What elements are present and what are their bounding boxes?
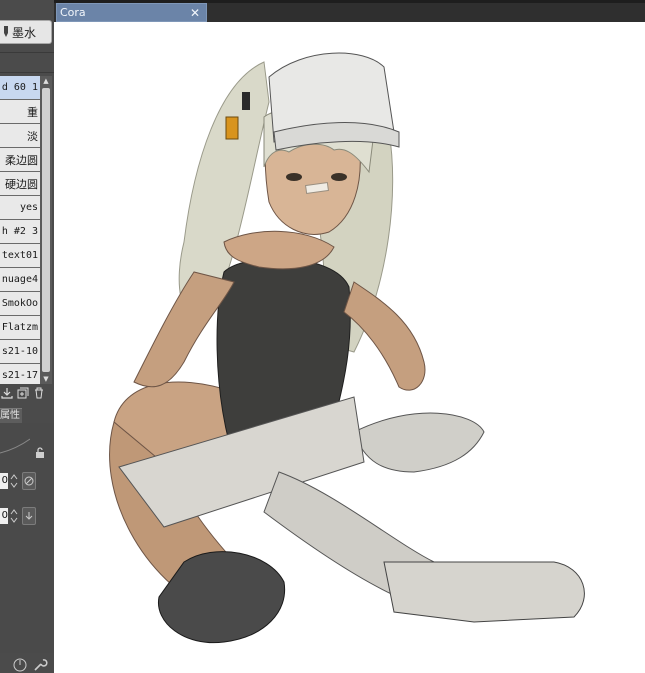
brush-item-label: 淡 [27,129,38,143]
brush-item-label: yes [19,202,38,213]
brush-item[interactable]: Flatzm [0,316,40,340]
spin-arrows-icon[interactable] [9,473,19,489]
brush-duplicate-icon[interactable] [16,387,29,400]
app-window: 墨水 d 60 1 重 淡 柔边圆 硬边圆 yes h #2 3 text01 … [0,0,645,673]
spin-arrows-icon[interactable] [9,508,19,524]
brush-item-label: d 60 1 [1,82,38,93]
brush-item-label: Flatzm [1,322,38,333]
brush-item-label: 硬边圆 [5,177,38,191]
scroll-up-icon[interactable]: ▲ [40,76,52,86]
brush-operations [0,384,54,402]
pen-icon [4,26,8,37]
scrollbar-thumb[interactable] [42,88,50,372]
property-row: 0 [0,470,54,492]
brush-item-label: s21-17 [1,370,38,381]
character-illustration [109,52,585,644]
brush-item[interactable]: 重 [0,100,40,124]
brush-item-label: h #2 3 [1,226,38,237]
brush-item[interactable]: yes [0,196,40,220]
brush-item[interactable]: h #2 3 [0,220,40,244]
brush-import-icon[interactable] [0,387,13,400]
brush-item[interactable]: SmokOo [0,292,40,316]
brush-item[interactable]: s21-10 [0,340,40,364]
close-icon[interactable]: ✕ [189,7,201,19]
brush-item-label: SmokOo [1,298,38,309]
wrench-icon[interactable] [32,657,48,673]
brush-item-label: text01 [1,250,38,261]
left-panel: 墨水 d 60 1 重 淡 柔边圆 硬边圆 yes h #2 3 text01 … [0,0,54,673]
brush-item[interactable]: 硬边圆 [0,172,40,196]
property-value-field[interactable]: 0 [0,473,8,489]
disable-icon[interactable] [22,472,36,490]
brush-item[interactable]: nuage4 [0,268,40,292]
brush-item[interactable]: 淡 [0,124,40,148]
document-tab-title: Cora [60,6,86,19]
brush-item-label: 柔边圆 [5,153,38,167]
scroll-down-icon[interactable]: ▼ [40,374,52,384]
panel-footer [12,657,54,673]
tab-properties[interactable]: 属性 [0,408,22,423]
drawing-canvas[interactable] [54,22,645,673]
pressure-curve-graph[interactable] [0,435,30,455]
pressure-settings-icon[interactable] [12,657,28,673]
properties-panel: 0 0 [0,423,54,653]
brush-list-scrollbar[interactable]: ▲ ▼ [40,76,52,384]
divider [0,72,54,73]
lock-icon[interactable] [34,447,46,459]
brush-item-label: nuage4 [1,274,38,285]
current-tool-button[interactable]: 墨水 [0,20,52,44]
current-tool-label: 墨水 [12,25,37,40]
brush-delete-icon[interactable] [32,387,45,400]
document-tab-bar: Cora ✕ [54,0,645,22]
brush-item-label: 重 [27,105,38,119]
brush-item[interactable]: 柔边圆 [0,148,40,172]
brush-item-label: s21-10 [1,346,38,357]
brush-item[interactable]: s21-17 [0,364,40,384]
brush-list: d 60 1 重 淡 柔边圆 硬边圆 yes h #2 3 text01 nua… [0,76,40,384]
brush-item[interactable]: text01 [0,244,40,268]
document-tab[interactable]: Cora ✕ [56,3,207,22]
download-icon[interactable] [22,507,36,525]
property-value-field[interactable]: 0 [0,508,8,524]
brush-item[interactable]: d 60 1 [0,76,40,100]
divider [0,52,54,53]
property-row: 0 [0,505,54,527]
